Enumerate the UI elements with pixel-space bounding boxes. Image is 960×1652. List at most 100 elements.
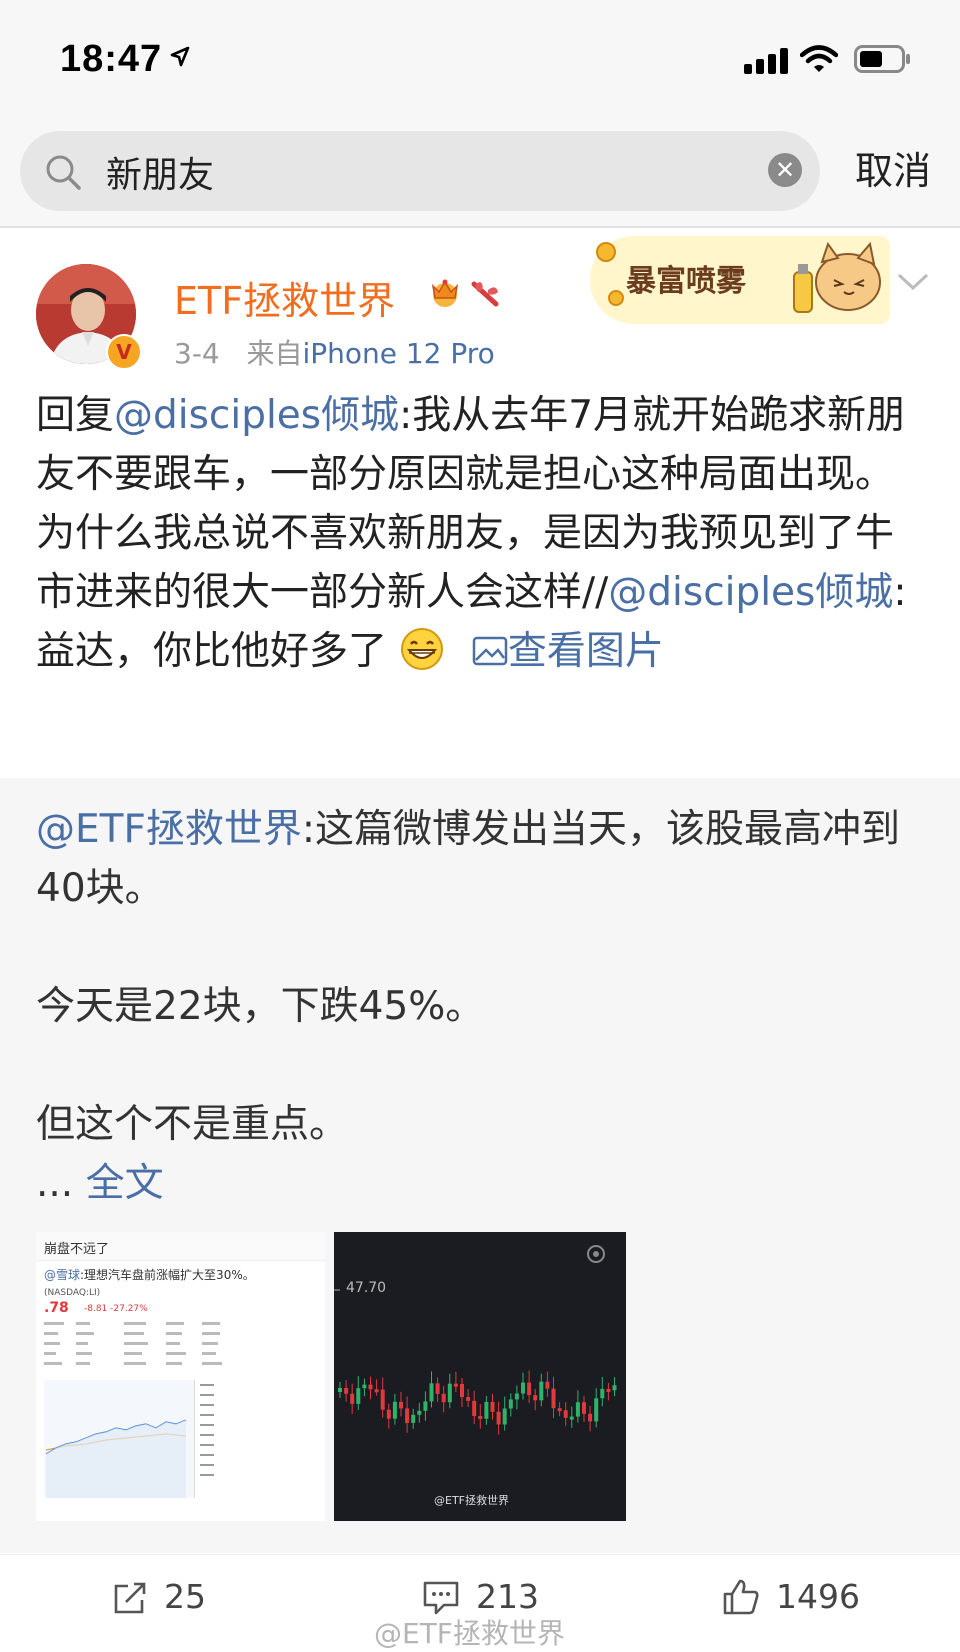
post-header: V ETF拯救世界 3-4 来自iPhone 12 Pro 暴富喷雾 <box>0 228 960 378</box>
candle-body <box>533 1395 538 1401</box>
candle-body <box>380 1389 385 1410</box>
candle-body <box>527 1382 532 1396</box>
wifi-icon <box>800 45 838 72</box>
like-button[interactable]: 1496 <box>722 1577 860 1616</box>
repost-count: 25 <box>164 1577 206 1616</box>
status-bar: 18:47 <box>0 0 960 118</box>
repost-button[interactable]: 25 <box>112 1577 206 1616</box>
thumb-price: .78 <box>44 1300 69 1316</box>
candle-body <box>423 1401 428 1411</box>
thumb-change: -8.81 -27.27% <box>84 1304 148 1314</box>
candle-body <box>405 1408 410 1423</box>
candle-body <box>344 1388 349 1394</box>
candle-body <box>472 1400 477 1416</box>
candle-body <box>490 1401 495 1412</box>
candle-body <box>508 1399 513 1409</box>
candle-body <box>435 1383 440 1394</box>
mention-link[interactable]: @disciples倾城 <box>114 393 399 438</box>
candle-body <box>539 1381 544 1401</box>
repost-line: 今天是22块，下跌45%。 <box>36 984 485 1029</box>
weibo-watermark: @ETF拯救世界 <box>374 1617 565 1650</box>
candle-body <box>356 1388 361 1404</box>
clear-search-icon[interactable]: ✕ <box>768 153 802 187</box>
thumb-title: 崩盘不远了 <box>44 1242 110 1257</box>
candlestick-chart-image <box>334 1245 617 1435</box>
cellular-signal-icon <box>744 48 788 74</box>
status-time: 18:47 <box>60 38 163 80</box>
banner-text: 暴富喷雾 <box>626 264 746 299</box>
search-box[interactable]: ✕ <box>20 131 820 211</box>
search-input[interactable] <box>104 143 708 201</box>
image-thumbnail-1[interactable]: 崩盘不远了 @雪球:理想汽车盘前涨幅扩大至30%。 (NASDAQ:LI) .7… <box>36 1232 325 1521</box>
thumb-ticker: (NASDAQ:LI) <box>44 1288 101 1298</box>
candle-body <box>399 1401 403 1409</box>
chart-price-label: 47.70 <box>346 1280 387 1296</box>
candle-body <box>484 1401 489 1419</box>
candle-body <box>606 1388 611 1392</box>
chevron-down-icon[interactable] <box>896 272 930 292</box>
coin-icon <box>596 242 624 306</box>
like-count: 1496 <box>776 1577 860 1616</box>
full-text-link[interactable]: 全文 <box>86 1161 164 1206</box>
candle-body <box>362 1384 367 1389</box>
candle-body <box>521 1382 525 1394</box>
candle-body <box>514 1393 519 1400</box>
candle-body <box>545 1381 550 1389</box>
ellipsis: ... <box>36 1161 74 1206</box>
view-image-link[interactable]: 查看图片 <box>508 629 664 674</box>
candle-body <box>575 1402 580 1417</box>
candle-body <box>441 1393 446 1403</box>
grin-emoji-icon <box>401 628 444 670</box>
candle-body <box>386 1409 391 1419</box>
post-from-label: 来自 <box>246 337 303 370</box>
comment-icon <box>423 1581 459 1615</box>
candle-body <box>612 1385 617 1391</box>
thumbs-up-icon <box>723 1579 759 1615</box>
mention-link[interactable]: @ETF拯救世界 <box>36 807 302 852</box>
search-bar: ✕ 取消 <box>0 118 960 228</box>
candle-body <box>411 1414 416 1423</box>
candle-body <box>569 1416 574 1420</box>
repost-text: @ETF拯救世界:这篇微博发出当天，该股最高冲到40块。 今天是22块，下跌45… <box>36 800 916 1213</box>
thumb-watermark: @ETF拯救世界 <box>434 1494 509 1507</box>
cancel-button[interactable]: 取消 <box>855 140 931 195</box>
post-source-device: iPhone 12 Pro <box>302 337 495 370</box>
candle-body <box>350 1393 355 1404</box>
repost-card[interactable]: @ETF拯救世界:这篇微博发出当天，该股最高冲到40块。 今天是22块，下跌45… <box>0 778 960 1553</box>
decor-banner[interactable]: 暴富喷雾 <box>590 236 890 324</box>
image-thumbnail-2[interactable]: 47.70 @ETF拯救世界 <box>334 1232 626 1521</box>
ribbon-icon <box>471 281 499 307</box>
verified-badge-icon: V <box>106 334 142 370</box>
candle-body <box>594 1398 599 1422</box>
mention-link[interactable]: @disciples倾城 <box>608 570 893 615</box>
author-name[interactable]: ETF拯救世界 <box>174 270 395 325</box>
candle-body <box>478 1415 483 1419</box>
image-icon[interactable] <box>472 634 508 668</box>
candle-body <box>338 1388 342 1392</box>
candle-body <box>460 1383 464 1398</box>
candle-body <box>588 1413 593 1422</box>
comment-count: 213 <box>476 1577 539 1616</box>
candle-body <box>600 1388 605 1399</box>
post-body: 回复@disciples倾城:我从去年7月就开始跪求新朋友不要跟车，一部分原因就… <box>36 386 926 681</box>
candle-body <box>551 1388 556 1409</box>
candle-body <box>582 1402 586 1414</box>
post-date: 3-4 <box>174 337 220 370</box>
candle-body <box>392 1401 397 1419</box>
candle-body <box>447 1383 452 1403</box>
candle-body <box>453 1383 458 1387</box>
candle-body <box>563 1410 568 1418</box>
repost-line: 但这个不是重点。 <box>36 1102 349 1147</box>
thumb-stock-chart <box>44 1322 222 1498</box>
crown-icon <box>431 279 459 307</box>
comment-button[interactable]: 213 <box>422 1577 539 1616</box>
candle-body <box>502 1408 507 1425</box>
candle-body <box>417 1410 422 1415</box>
candle-body <box>557 1408 562 1412</box>
cat-sticker-icon <box>793 241 881 313</box>
search-icon <box>46 155 81 190</box>
reply-label: 回复 <box>36 393 115 438</box>
share-icon <box>114 1582 146 1614</box>
candle-body <box>466 1397 471 1401</box>
thumb-subtitle: @雪球:理想汽车盘前涨幅扩大至30%。 <box>44 1268 255 1282</box>
